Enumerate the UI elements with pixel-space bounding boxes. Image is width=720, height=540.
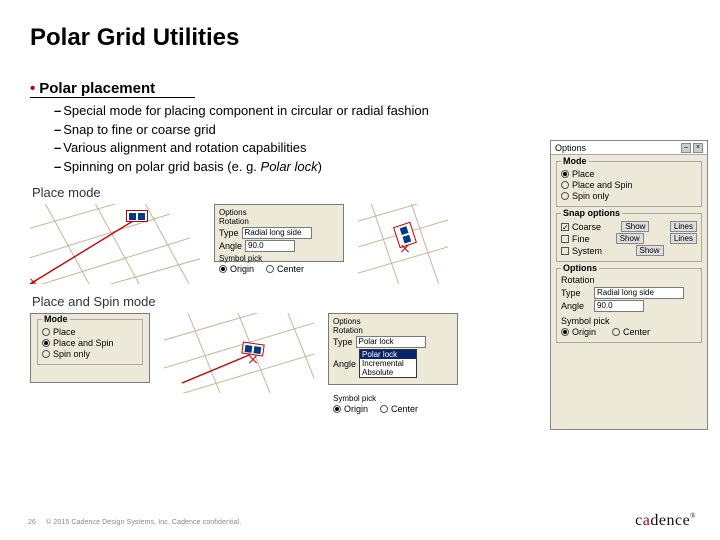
- diagram-canvas: [164, 313, 314, 393]
- origin-radio[interactable]: [219, 265, 227, 273]
- mode-place-radio[interactable]: [42, 328, 50, 336]
- coarse-check[interactable]: [561, 223, 569, 231]
- footer: 26 © 2015 Cadence Design Systems, Inc. C…: [28, 519, 241, 526]
- lines-button[interactable]: Lines: [670, 221, 697, 232]
- system-check[interactable]: [561, 247, 569, 255]
- mode-panel: Mode Place Place and Spin Spin only: [30, 313, 150, 383]
- page-number: 26: [28, 519, 36, 526]
- mode-place-spin-radio[interactable]: [561, 181, 569, 189]
- options-rotation-panel: Options Rotation TypeRadial long side An…: [214, 204, 344, 262]
- show-button[interactable]: Show: [621, 221, 649, 232]
- type-combo[interactable]: Polar lock: [356, 336, 426, 348]
- angle-dropdown[interactable]: Polar lock Incremental Absolute: [359, 349, 417, 378]
- mode-place-radio[interactable]: [561, 170, 569, 178]
- type-combo[interactable]: Radial long side: [242, 227, 312, 239]
- show-button[interactable]: Show: [616, 233, 644, 244]
- bullet-item: –Special mode for placing component in c…: [54, 102, 690, 120]
- mode-spin-only-radio[interactable]: [561, 192, 569, 200]
- show-button[interactable]: Show: [636, 245, 664, 256]
- minimize-icon[interactable]: ‒: [681, 143, 691, 153]
- origin-radio[interactable]: [561, 328, 569, 336]
- titlebar-text: Options: [555, 143, 586, 153]
- center-radio[interactable]: [380, 405, 388, 413]
- lines-button[interactable]: Lines: [670, 233, 697, 244]
- copyright: © 2015 Cadence Design Systems, Inc. Cade…: [46, 519, 241, 526]
- center-radio[interactable]: [612, 328, 620, 336]
- diagram-canvas: [30, 204, 200, 284]
- mode-spin-only-radio[interactable]: [42, 350, 50, 358]
- close-icon[interactable]: ×: [693, 143, 703, 153]
- center-radio[interactable]: [266, 265, 274, 273]
- fine-check[interactable]: [561, 235, 569, 243]
- bullet-item: –Snap to fine or coarse grid: [54, 121, 690, 139]
- section-heading: •Polar placement: [30, 80, 690, 102]
- type-combo[interactable]: Radial long side: [594, 287, 684, 299]
- cadence-logo: cadence®: [635, 512, 696, 530]
- origin-radio[interactable]: [333, 405, 341, 413]
- angle-input[interactable]: 90.0: [245, 240, 295, 252]
- diagram-canvas: [358, 204, 448, 284]
- mode-place-spin-radio[interactable]: [42, 339, 50, 347]
- options-panel: Options ‒ × Mode Place Place and Spin Sp…: [550, 140, 708, 430]
- options-rotation-panel-2: Options Rotation TypePolar lock Angle Po…: [328, 313, 458, 385]
- angle-input[interactable]: 90.0: [594, 300, 644, 312]
- slide-title: Polar Grid Utilities: [30, 24, 690, 52]
